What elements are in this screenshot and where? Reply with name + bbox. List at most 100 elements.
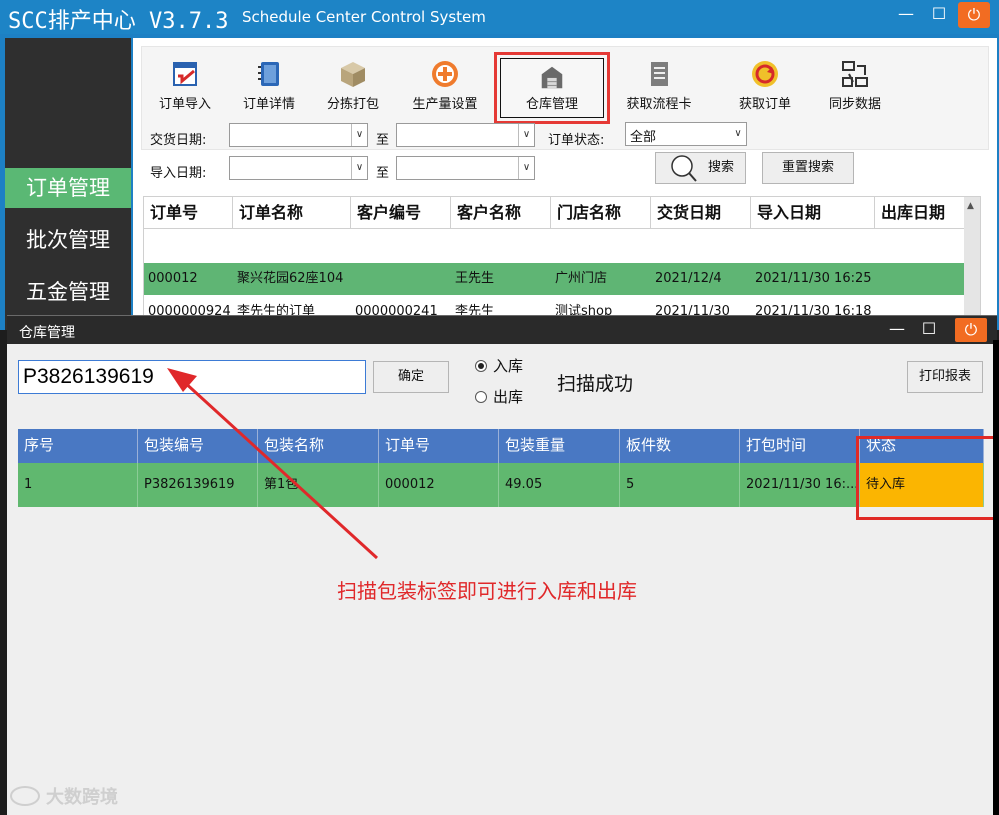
table-row[interactable]: 000012 聚兴花园62座104 王先生 广州门店 2021/12/4 202…	[144, 263, 966, 295]
plus-circle-icon	[432, 61, 458, 87]
confirm-button[interactable]: 确定	[373, 361, 449, 393]
dialog-minimize-button[interactable]: —	[879, 315, 915, 345]
table-cell[interactable]: 1	[18, 463, 138, 507]
column-header[interactable]: 导入日期	[751, 197, 875, 229]
order-status-select[interactable]: 全部 ∨	[625, 122, 747, 146]
column-header[interactable]: 订单名称	[233, 197, 351, 229]
warehouse-dialog: 仓库管理 — ☐ ⏻ P3826139619 确定 入库 出库 扫描成功 打印报…	[7, 315, 997, 815]
search-icon	[671, 155, 697, 182]
watermark: 大数跨境	[10, 783, 118, 809]
notebook-icon	[258, 62, 279, 86]
scan-status-text: 扫描成功	[557, 373, 634, 395]
dialog-title: 仓库管理	[19, 325, 75, 341]
scan-input[interactable]: P3826139619	[18, 360, 366, 394]
search-button-label: 搜索	[708, 160, 735, 175]
maximize-button[interactable]: ☐	[921, 0, 957, 30]
order-status-label: 订单状态:	[548, 133, 605, 148]
column-header[interactable]: 打包时间	[740, 429, 860, 463]
import-date-from[interactable]: ∨	[229, 156, 368, 180]
delivery-date-to[interactable]: ∨	[396, 123, 535, 147]
dialog-close-button[interactable]: ⏻	[955, 318, 987, 342]
column-header[interactable]: 订单号	[379, 429, 499, 463]
dialog-maximize-button[interactable]: ☐	[911, 315, 947, 345]
minimize-button[interactable]: —	[888, 0, 924, 30]
annotation-text: 扫描包装标签即可进行入库和出库	[337, 579, 637, 603]
app-title: SCC排产中心 V3.7.3	[8, 9, 229, 34]
delivery-date-label: 交货日期:	[150, 133, 207, 148]
table-cell: 000012	[148, 271, 198, 286]
table-cell[interactable]: 2021/11/30 16:...	[740, 463, 860, 507]
warehouse-highlight-box: 仓库管理	[494, 52, 610, 124]
toolbar-item-label: 订单详情	[242, 97, 295, 112]
sidebar: 订单管理 批次管理 五金管理	[5, 38, 131, 330]
column-header[interactable]: 订单号	[144, 197, 233, 229]
production-settings-button[interactable]: 生产量设置	[402, 59, 488, 112]
background-edge	[993, 340, 999, 815]
import-date-label: 导入日期:	[150, 166, 207, 181]
radio-outbound[interactable]: 出库	[475, 386, 523, 407]
delivery-date-from[interactable]: ∨	[229, 123, 368, 147]
table-cell: 2021/11/30 16:25	[755, 271, 872, 286]
column-header[interactable]: 包装名称	[258, 429, 379, 463]
table-cell[interactable]: P3826139619	[138, 463, 258, 507]
main-content: 订单导入 订单详情 分拣打包 生产量设置 仓库管理 获取流程卡 获取订单 同步数…	[133, 38, 997, 330]
radio-unselected-icon	[475, 391, 487, 403]
radio-inbound-label: 入库	[493, 357, 524, 375]
column-header[interactable]: 客户编号	[351, 197, 451, 229]
refresh-circle-icon	[752, 61, 778, 87]
chevron-down-icon: ∨	[734, 128, 742, 139]
table-cell	[351, 263, 451, 295]
column-header[interactable]: 序号	[18, 429, 138, 463]
orders-table: 订单号 订单名称 客户编号 客户名称 门店名称 交货日期 导入日期 出库日期 0…	[143, 196, 981, 330]
column-header[interactable]: 客户名称	[451, 197, 551, 229]
table-cell[interactable]: 第1包	[258, 463, 379, 507]
scroll-up-icon[interactable]: ▲	[967, 201, 974, 211]
radio-inbound[interactable]: 入库	[475, 355, 523, 376]
toolbar-item-label: 分拣打包	[326, 97, 379, 112]
radio-outbound-label: 出库	[493, 388, 524, 406]
app-subtitle: Schedule Center Control System	[242, 8, 486, 26]
dialog-title-bar: 仓库管理 — ☐ ⏻	[7, 316, 997, 344]
import-date-to[interactable]: ∨	[396, 156, 535, 180]
table-cell[interactable]: 49.05	[499, 463, 620, 507]
column-header[interactable]: 出库日期	[875, 197, 966, 229]
search-button[interactable]: 搜索	[655, 152, 746, 184]
to-label: 至	[376, 166, 390, 181]
chevron-down-icon: ∨	[518, 157, 534, 179]
table-cell[interactable]: 5	[620, 463, 740, 507]
watermark-text: 大数跨境	[46, 787, 118, 808]
toolbar-item-label: 获取订单	[738, 97, 791, 112]
column-header[interactable]: 交货日期	[651, 197, 751, 229]
print-report-button[interactable]: 打印报表	[907, 361, 983, 393]
warehouse-icon	[541, 66, 563, 89]
chevron-down-icon: ∨	[351, 124, 367, 146]
column-header[interactable]: 板件数	[620, 429, 740, 463]
reset-search-button[interactable]: 重置搜索	[762, 152, 854, 184]
toolbar-item-label: 订单导入	[158, 97, 211, 112]
sidebar-item-order-management[interactable]: 订单管理	[5, 168, 131, 208]
toolbar-item-label: 仓库管理	[525, 97, 578, 112]
order-status-value: 全部	[630, 130, 657, 145]
get-orders-button[interactable]: 获取订单	[722, 59, 808, 112]
warehouse-management-button[interactable]: 仓库管理	[500, 58, 604, 118]
sidebar-item-batch-management[interactable]: 批次管理	[5, 220, 131, 260]
radio-selected-icon	[475, 360, 487, 372]
column-header[interactable]: 门店名称	[551, 197, 651, 229]
sort-pack-button[interactable]: 分拣打包	[310, 59, 396, 112]
column-header[interactable]: 包装重量	[499, 429, 620, 463]
table-cell[interactable]: 000012	[379, 463, 499, 507]
close-button[interactable]: ⏻	[958, 2, 990, 28]
order-import-button[interactable]: 订单导入	[142, 59, 228, 112]
sync-network-icon	[842, 61, 868, 87]
table-cell: 聚兴花园62座104	[237, 271, 344, 286]
table-cell: 2021/12/4	[655, 271, 722, 286]
column-header[interactable]: 包装编号	[138, 429, 258, 463]
sidebar-item-hardware-management[interactable]: 五金管理	[5, 272, 131, 312]
sync-data-button[interactable]: 同步数据	[812, 59, 898, 112]
main-title-bar: SCC排产中心 V3.7.3 Schedule Center Control S…	[0, 0, 999, 34]
vertical-scrollbar[interactable]: ▲	[964, 197, 980, 329]
status-highlight-box	[856, 436, 996, 520]
get-process-card-button[interactable]: 获取流程卡	[616, 59, 702, 112]
order-details-button[interactable]: 订单详情	[226, 59, 312, 112]
table-cell	[875, 263, 966, 295]
